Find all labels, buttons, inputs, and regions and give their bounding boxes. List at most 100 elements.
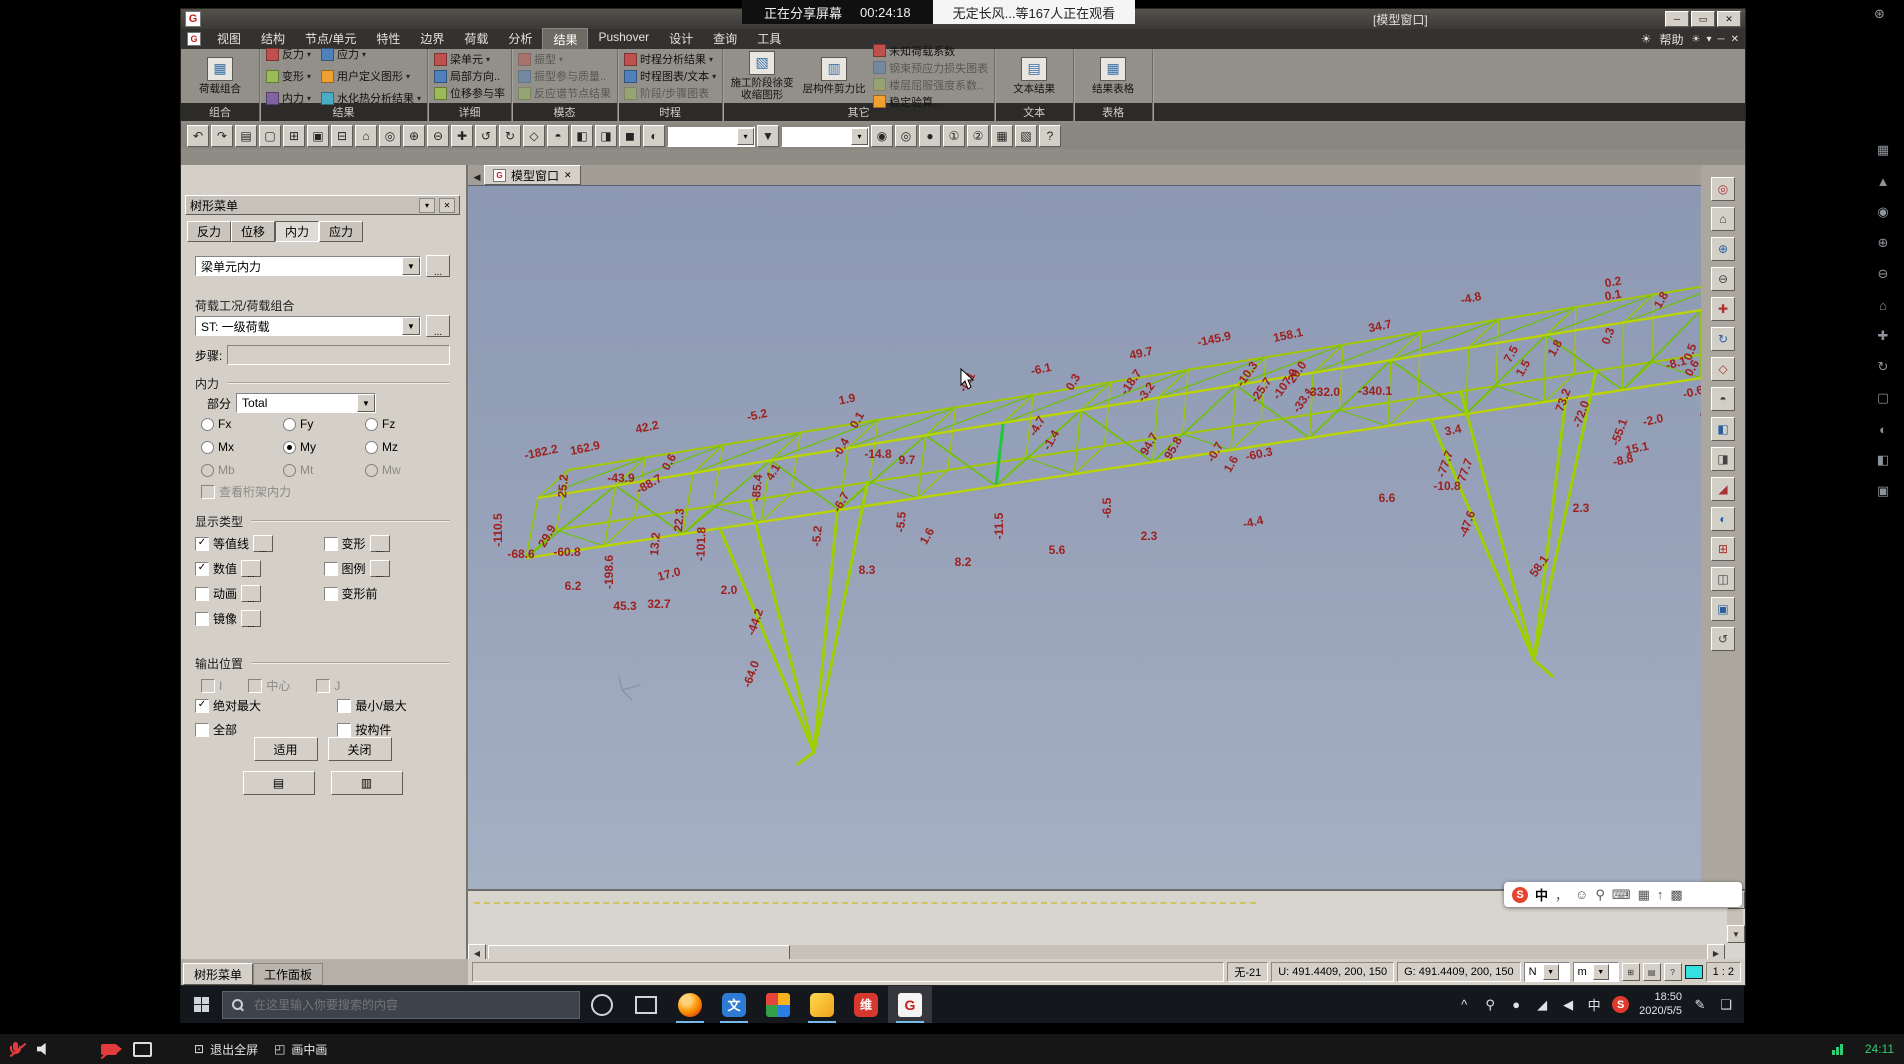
maximize-button[interactable]: ▭ [1691, 11, 1715, 27]
result-more-button[interactable]: ... [426, 255, 450, 277]
select-all-icon[interactable]: ▣ [307, 125, 329, 147]
ribbon-item-局部方向..[interactable]: 局部方向.. [434, 68, 500, 84]
tab-model-window[interactable]: G 模型窗口 ✕ [484, 165, 581, 185]
zoom-fit-icon[interactable]: ⌂ [355, 125, 377, 147]
sogou-tray-icon[interactable]: S [1612, 996, 1629, 1013]
status-help-button[interactable]: ? [1664, 963, 1682, 981]
output-option-按构件[interactable]: 按构件 [337, 721, 456, 738]
ime-mic-icon[interactable]: ⚲ [1595, 887, 1605, 903]
output-option-全部[interactable]: 全部 [195, 721, 337, 738]
node-number-icon[interactable]: ① [943, 125, 965, 147]
firefox-icon[interactable] [668, 986, 712, 1023]
ime-indicator[interactable]: 中 [1586, 995, 1602, 1014]
radio-Mx[interactable] [201, 441, 214, 454]
views-icon[interactable]: ◧ [1872, 450, 1894, 470]
taskbar-clock[interactable]: 18:502020/5/5 [1639, 991, 1682, 1019]
task-view-icon[interactable] [624, 986, 668, 1023]
mdi-close-button[interactable]: ✕ [1731, 34, 1739, 45]
menu-tab-工具[interactable]: 工具 [747, 28, 791, 51]
checkbox-全部[interactable] [195, 723, 209, 737]
mic-off-button[interactable] [10, 1042, 21, 1057]
ime-skin-icon[interactable]: ↑ [1657, 887, 1664, 902]
ime-grid-icon[interactable]: ▩ [1670, 887, 1682, 903]
right-view-icon[interactable]: ◨ [1711, 447, 1735, 471]
fit-icon[interactable]: ⌂ [1872, 295, 1894, 315]
bottom-tab-工作面板[interactable]: 工作面板 [253, 963, 323, 985]
length-unit-combo[interactable]: m▼ [1573, 962, 1619, 982]
ime-toolbox-icon[interactable]: ▦ [1638, 887, 1650, 903]
status-grid-icon[interactable]: ⊞ [1622, 963, 1640, 981]
camera-off-button[interactable] [101, 1044, 117, 1055]
front-view-icon[interactable]: ◧ [1711, 417, 1735, 441]
checkbox-变形[interactable] [324, 537, 338, 551]
display-option-数值[interactable]: 数值... [195, 560, 324, 577]
grid-icon[interactable]: ⊞ [1711, 537, 1735, 561]
activate-icon[interactable]: ◉ [871, 125, 893, 147]
ribbon-item-时程分析结果[interactable]: 时程分析结果▾ [624, 51, 713, 67]
select-type-combo[interactable]: ▾ [667, 126, 755, 147]
deactivate-icon[interactable]: ◎ [895, 125, 917, 147]
taskbar-search[interactable] [222, 991, 580, 1019]
tiles-app-icon[interactable] [756, 986, 800, 1023]
checkbox-按构件[interactable] [337, 723, 351, 737]
yellow-app-icon[interactable] [800, 986, 844, 1023]
display-option-变形[interactable]: 变形... [324, 535, 453, 552]
menu-tab-查询[interactable]: 查询 [703, 28, 747, 51]
hidden-line-icon[interactable]: ◼ [619, 125, 641, 147]
zoom-out-icon[interactable]: ⊖ [427, 125, 449, 147]
close-button[interactable]: 关闭 [328, 737, 392, 761]
pen-input-icon[interactable]: ✎ [1692, 997, 1708, 1013]
checkbox-图例[interactable] [324, 562, 338, 576]
iso-view-icon[interactable]: ◇ [523, 125, 545, 147]
blue-app-icon[interactable]: 文 [712, 986, 756, 1023]
display-option-等值线[interactable]: 等值线... [195, 535, 324, 552]
exit-fullscreen-button[interactable]: ⊡ 退出全屏 [194, 1041, 258, 1058]
start-button[interactable] [180, 986, 222, 1023]
变形-more-button[interactable]: ... [370, 535, 390, 552]
ribbon-item-时程图表/文本[interactable]: 时程图表/文本▾ [624, 68, 716, 84]
zoom-out-icon[interactable]: ⊖ [1872, 264, 1894, 284]
midas-gen-icon[interactable]: G [888, 986, 932, 1023]
数值-more-button[interactable]: ... [241, 560, 261, 577]
ime-punct-icon[interactable]: ， [1555, 885, 1568, 904]
menu-tab-视图[interactable]: 视图 [207, 28, 251, 51]
zoom-window-icon[interactable]: ◎ [379, 125, 401, 147]
menu-logo-icon[interactable]: G [187, 32, 201, 46]
ribbon-item-未知荷载系数[interactable]: 未知荷载系数 [873, 43, 988, 59]
search-input[interactable] [252, 997, 571, 1013]
zoom-fit-icon[interactable]: ⌂ [1711, 207, 1735, 231]
result-tab-应力[interactable]: 应力 [319, 221, 363, 242]
ribbon-item-应力[interactable]: 应力▾ [321, 46, 421, 62]
rotate-left-icon[interactable]: ↺ [475, 125, 497, 147]
apply-button[interactable]: 适用 [254, 737, 318, 761]
rotate-icon[interactable]: ↻ [1711, 327, 1735, 351]
camera-icon[interactable]: ◉ [1872, 202, 1894, 222]
radio-Mz[interactable] [365, 441, 378, 454]
redo-icon[interactable]: ↷ [211, 125, 233, 147]
menu-tab-荷载[interactable]: 荷载 [454, 28, 498, 51]
tray-network-icon[interactable]: ◢ [1534, 997, 1550, 1013]
query-icon[interactable]: ? [1039, 125, 1061, 147]
render-icon[interactable]: ◐ [1872, 419, 1894, 439]
tray-mic-icon[interactable]: ⚲ [1482, 997, 1498, 1013]
menu-tab-分析[interactable]: 分析 [498, 28, 542, 51]
pip-button[interactable]: ◰ 画中画 [274, 1041, 327, 1058]
rotate-right-icon[interactable]: ↻ [499, 125, 521, 147]
display-option-动画[interactable]: 动画... [195, 585, 324, 602]
pan-icon[interactable]: ✚ [1872, 326, 1894, 346]
part-combo[interactable]: Total▼ [236, 393, 376, 413]
panel-titlebar[interactable]: 树形菜单 ▾ ✕ [185, 195, 460, 215]
undo-icon[interactable]: ↶ [187, 125, 209, 147]
output-option-绝对最大[interactable]: 绝对最大 [195, 697, 337, 714]
output-option-最小/最大[interactable]: 最小/最大 [337, 697, 456, 714]
ime-emoji-icon[interactable]: ☺ [1575, 887, 1588, 902]
result-tab-位移[interactable]: 位移 [231, 221, 275, 242]
loadcase-combo[interactable]: ST: 一级荷载▼ [195, 316, 421, 336]
red-app-icon[interactable]: 维 [844, 986, 888, 1023]
pointer-icon[interactable]: ▲ [1872, 171, 1894, 191]
loadcase-more-button[interactable]: ... [426, 315, 450, 337]
element-number-icon[interactable]: ② [967, 125, 989, 147]
select-icon[interactable]: ▢ [1872, 388, 1894, 408]
ime-mode-indicator[interactable]: 中 [1535, 885, 1548, 904]
component-option-Fz[interactable]: Fz [365, 417, 447, 431]
